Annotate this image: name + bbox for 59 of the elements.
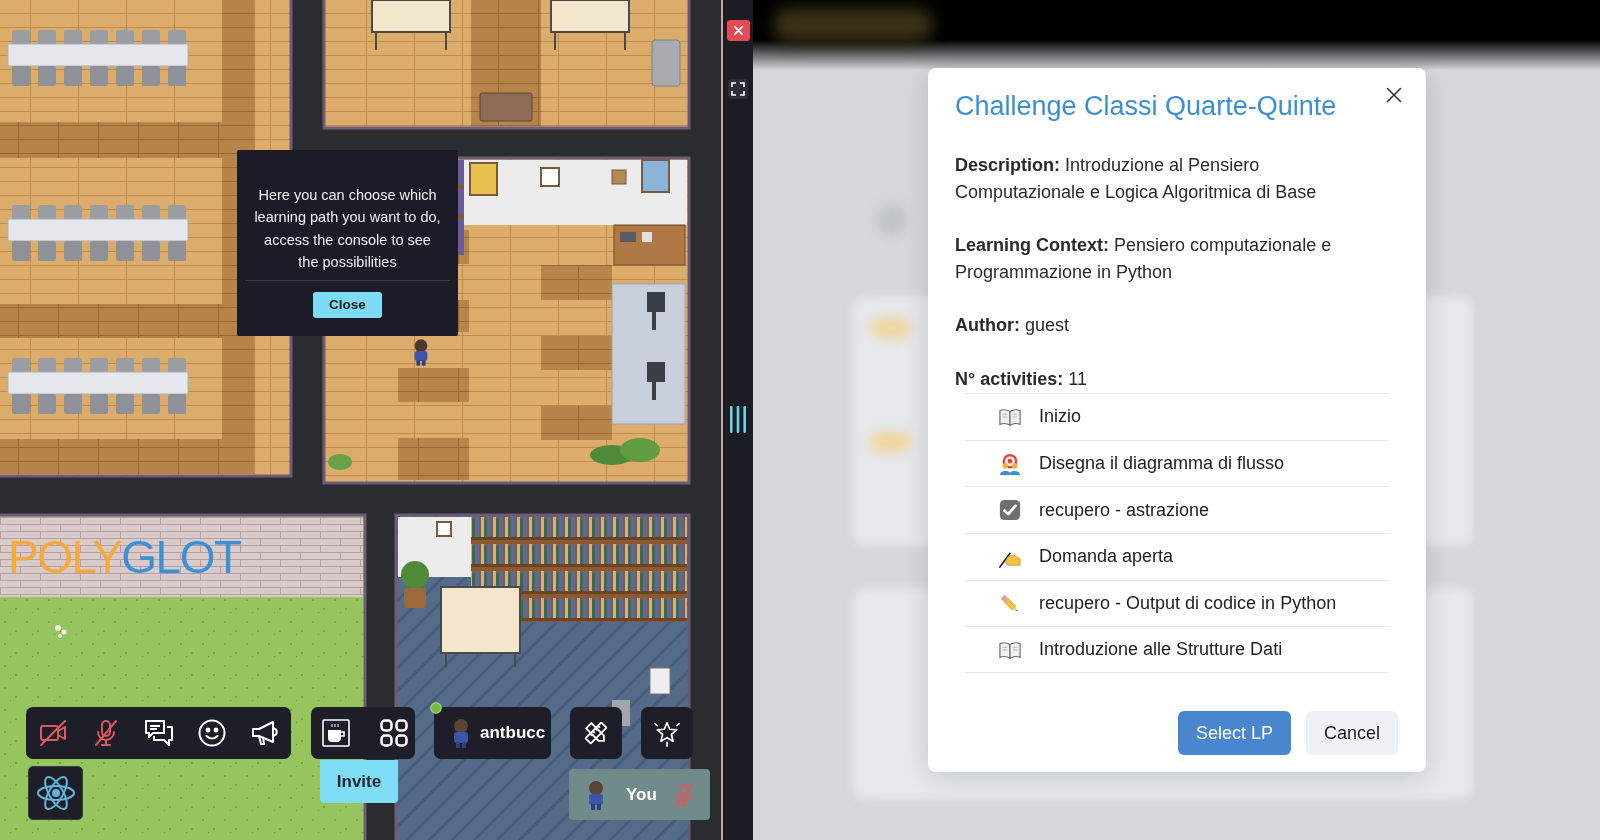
emoji-icon[interactable] xyxy=(197,718,227,748)
plant xyxy=(590,438,660,465)
star-button[interactable] xyxy=(641,707,693,759)
grid-icon[interactable] xyxy=(379,718,409,748)
chat-icon[interactable] xyxy=(144,718,174,748)
activity-title: Inizio xyxy=(1039,406,1082,428)
dark-wood-tile xyxy=(398,438,469,480)
monitor xyxy=(647,292,665,330)
activity-title: Disegna il diagramma di flusso xyxy=(1039,453,1285,475)
select-lp-button[interactable]: Select LP xyxy=(1177,711,1291,755)
author-text: Author: guest xyxy=(955,314,1071,337)
close-icon xyxy=(1386,87,1402,103)
megaphone-icon[interactable] xyxy=(250,718,280,748)
monitor xyxy=(647,362,665,400)
learning-context-text: Learning Context: Pensiero computazionale e Programmazione in Python xyxy=(955,234,1333,284)
fullscreen-icon xyxy=(731,82,745,96)
fullscreen-button[interactable] xyxy=(728,79,748,99)
dark-wood-tile xyxy=(398,368,469,402)
resize-handle[interactable] xyxy=(728,406,748,433)
activity-title: Domanda aperta xyxy=(1039,546,1174,568)
dark-wood-tile xyxy=(541,336,612,370)
logo-text: POLYGLOT xyxy=(8,534,241,580)
description-text: Description: Introduzione al Pensiero Computazionale e Logica Algoritmica di Base xyxy=(955,154,1318,204)
tools-button[interactable] xyxy=(570,707,622,759)
activity-count-text: N° activities: 11 xyxy=(955,367,1088,391)
atom-button[interactable] xyxy=(28,766,83,820)
invite-button[interactable]: Invite xyxy=(320,760,398,803)
tooltip-text: Here you can choose which learning path you want to do, access the console to see the possibilities xyxy=(253,186,442,273)
activity-title: recupero - Output di codice in Python xyxy=(1039,593,1337,615)
potted-plant xyxy=(401,561,429,608)
wall-clock xyxy=(436,521,452,537)
sofa xyxy=(651,39,681,87)
painting xyxy=(469,162,498,196)
cancel-button[interactable]: Cancel xyxy=(1305,711,1398,755)
activity-title: recupero - astrazione xyxy=(1039,499,1210,521)
painting xyxy=(641,159,670,193)
picture-frame xyxy=(611,169,627,185)
checkmark-box-icon xyxy=(999,499,1021,522)
self-name-label: You xyxy=(626,784,657,805)
plant xyxy=(328,454,352,470)
wall-clock xyxy=(540,167,560,187)
cabinet xyxy=(479,92,533,122)
close-icon xyxy=(733,26,743,35)
close-button[interactable] xyxy=(1386,87,1402,103)
activity-title: Introduzione alle Strutture Dati xyxy=(1039,639,1283,661)
user-profile-button[interactable]: antbucc xyxy=(434,707,551,759)
tooltip-close-button[interactable]: Close xyxy=(313,291,382,318)
flower xyxy=(55,625,67,638)
atom-icon xyxy=(35,773,76,813)
star-icon xyxy=(653,719,681,747)
close-panel-button[interactable] xyxy=(726,20,750,41)
dark-wood-tile xyxy=(541,406,612,440)
team-target-icon xyxy=(999,452,1021,475)
dark-wood-tile xyxy=(541,265,612,300)
coffee-cup-icon[interactable] xyxy=(321,718,351,748)
video-off-icon[interactable] xyxy=(38,718,68,748)
pencil-ruler-icon xyxy=(582,719,610,747)
modal-title: Challenge Classi Quarte-Quinte xyxy=(955,90,1338,123)
monitor xyxy=(649,667,671,695)
